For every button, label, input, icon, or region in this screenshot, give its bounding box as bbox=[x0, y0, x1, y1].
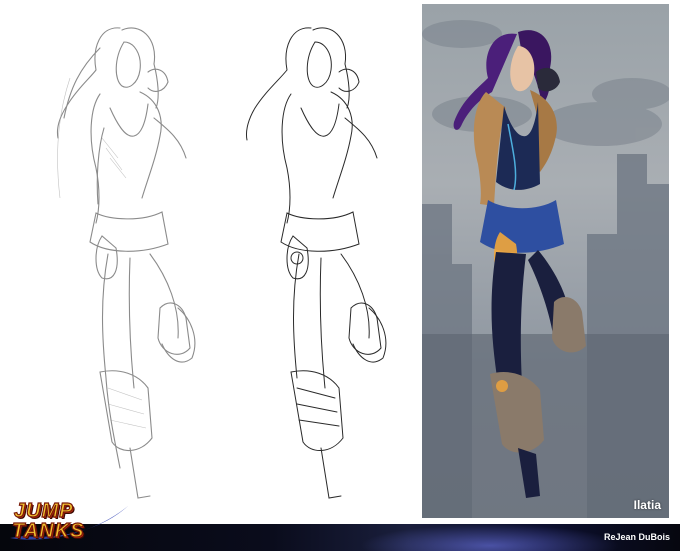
logo-word-tanks: TANKS bbox=[11, 519, 85, 542]
pencil-sketch-panel bbox=[30, 8, 225, 508]
city-background bbox=[422, 20, 669, 518]
artwork-canvas: Ilatia ReJean DuBois JUMP TANKS bbox=[0, 0, 680, 551]
pencil-sketch-figure bbox=[56, 27, 196, 499]
ink-lineart-figure bbox=[246, 27, 387, 499]
ink-lineart-panel bbox=[225, 8, 420, 508]
character-name-label: Ilatia bbox=[633, 498, 661, 512]
jump-tanks-logo: JUMP TANKS bbox=[4, 498, 134, 546]
city-skyline-glow bbox=[360, 524, 620, 551]
artist-credit: ReJean DuBois bbox=[603, 532, 670, 542]
final-color-panel: Ilatia bbox=[422, 4, 669, 518]
